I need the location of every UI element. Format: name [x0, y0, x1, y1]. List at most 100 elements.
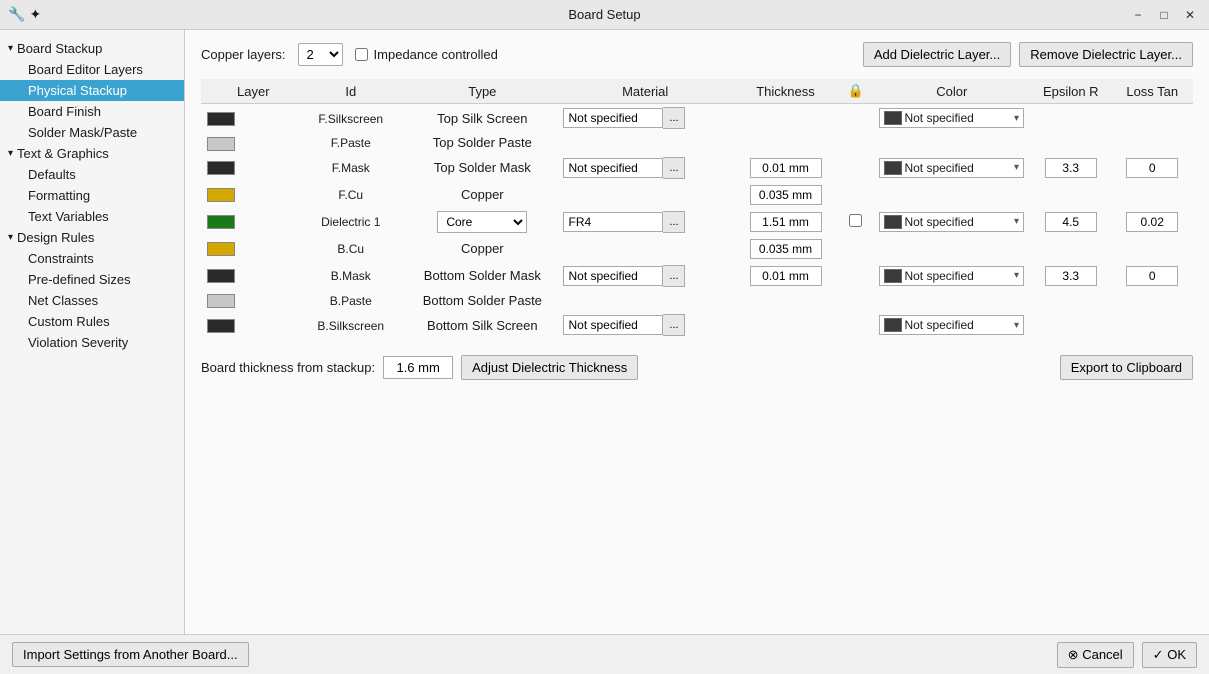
type-select[interactable]: CorePrepreg [437, 211, 527, 233]
ok-button[interactable]: ✓ OK [1142, 642, 1197, 668]
sidebar-item-constraints[interactable]: Constraints [0, 248, 184, 269]
layer-id-cell: B.Silkscreen [294, 311, 407, 339]
color-dropdown[interactable]: Not specified ▾ [879, 212, 1024, 232]
table-row: Dielectric 1CorePrepreg... Not specified… [201, 208, 1193, 236]
color-dropdown[interactable]: Not specified ▾ [879, 158, 1024, 178]
epsilon-r-input[interactable] [1045, 266, 1097, 286]
material-input[interactable] [563, 212, 663, 232]
impedance-controlled-label: Impedance controlled [374, 47, 498, 62]
color-dropdown[interactable]: Not specified ▾ [879, 266, 1024, 286]
layer-type-cell: Bottom Solder Paste [407, 290, 557, 312]
material-browse-button[interactable]: ... [663, 107, 685, 129]
sidebar-item-pre-defined-sizes[interactable]: Pre-defined Sizes [0, 269, 184, 290]
sidebar-item-solder-mask/paste[interactable]: Solder Mask/Paste [0, 122, 184, 143]
toolbar: Copper layers: 124681012 Impedance contr… [201, 42, 1193, 67]
cancel-icon: ⊗ [1068, 647, 1079, 662]
layer-color-swatch [207, 137, 235, 151]
layer-type-cell: Top Solder Mask [407, 154, 557, 182]
sidebar-item-net-classes[interactable]: Net Classes [0, 290, 184, 311]
material-browse-button[interactable]: ... [663, 157, 685, 179]
layer-id-cell: F.Cu [294, 182, 407, 208]
col-header-epsilon: Epsilon R [1030, 79, 1111, 104]
layer-color-swatch [207, 215, 235, 229]
copper-layers-label: Copper layers: [201, 47, 286, 62]
cancel-button[interactable]: ⊗ Cancel [1057, 642, 1134, 668]
epsilon-r-input[interactable] [1045, 212, 1097, 232]
chevron-down-icon: ▾ [1014, 113, 1019, 124]
sidebar-section-board-stackup[interactable]: ▾Board Stackup [0, 38, 184, 59]
title-bar: 🔧 ✦ Board Setup − □ ✕ [0, 0, 1209, 30]
sidebar-item-custom-rules[interactable]: Custom Rules [0, 311, 184, 332]
chevron-icon: ▾ [8, 148, 13, 159]
sidebar-item-formatting[interactable]: Formatting [0, 185, 184, 206]
bottom-bar: Import Settings from Another Board... ⊗ … [0, 634, 1209, 674]
col-header-lock: 🔒 [838, 79, 873, 104]
impedance-controlled-checkbox[interactable] [355, 48, 368, 61]
col-header-losstan: Loss Tan [1111, 79, 1193, 104]
chevron-down-icon: ▾ [1014, 320, 1019, 331]
loss-tan-input[interactable] [1126, 158, 1178, 178]
sidebar-section-label: Design Rules [17, 230, 94, 245]
board-thickness-input[interactable] [383, 356, 453, 379]
material-input-group: ... [563, 314, 726, 336]
layer-type-cell: Top Silk Screen [407, 104, 557, 133]
thickness-input[interactable] [750, 266, 822, 286]
remove-dielectric-layer-button[interactable]: Remove Dielectric Layer... [1019, 42, 1193, 67]
layer-type-cell: Copper [407, 182, 557, 208]
loss-tan-input[interactable] [1126, 212, 1178, 232]
material-input[interactable] [563, 108, 663, 128]
table-row: B.SilkscreenBottom Silk Screen... Not sp… [201, 311, 1193, 339]
sidebar-item-defaults[interactable]: Defaults [0, 164, 184, 185]
color-swatch [884, 269, 902, 283]
layer-color-swatch [207, 269, 235, 283]
table-row: F.PasteTop Solder Paste [201, 132, 1193, 154]
material-input[interactable] [563, 266, 663, 286]
material-browse-button[interactable]: ... [663, 314, 685, 336]
layer-color-swatch [207, 161, 235, 175]
sidebar-section-design-rules[interactable]: ▾Design Rules [0, 227, 184, 248]
table-row: B.PasteBottom Solder Paste [201, 290, 1193, 312]
epsilon-r-input[interactable] [1045, 158, 1097, 178]
import-settings-button[interactable]: Import Settings from Another Board... [12, 642, 249, 667]
color-dropdown[interactable]: Not specified ▾ [879, 108, 1024, 128]
color-dropdown[interactable]: Not specified ▾ [879, 315, 1024, 335]
layer-id-cell: B.Cu [294, 236, 407, 262]
maximize-button[interactable]: □ [1153, 4, 1175, 26]
layer-color-swatch [207, 188, 235, 202]
material-input-group: ... [563, 157, 726, 179]
minimize-button[interactable]: − [1127, 4, 1149, 26]
material-input[interactable] [563, 158, 663, 178]
material-browse-button[interactable]: ... [663, 211, 685, 233]
lock-checkbox[interactable] [849, 214, 862, 227]
color-label: Not specified [904, 269, 1012, 283]
material-browse-button[interactable]: ... [663, 265, 685, 287]
color-swatch [884, 161, 902, 175]
layer-type-cell: Bottom Silk Screen [407, 311, 557, 339]
copper-layers-select[interactable]: 124681012 [298, 43, 343, 66]
stackup-table: Layer Id Type Material Thickness 🔒 Color… [201, 79, 1193, 339]
cancel-label: Cancel [1082, 647, 1122, 662]
layer-id-cell: B.Paste [294, 290, 407, 312]
layer-id-cell: F.Mask [294, 154, 407, 182]
add-dielectric-layer-button[interactable]: Add Dielectric Layer... [863, 42, 1011, 67]
layer-id-cell: B.Mask [294, 262, 407, 290]
sidebar-item-physical-stackup[interactable]: Physical Stackup [0, 80, 184, 101]
layer-color-swatch [207, 242, 235, 256]
sidebar-item-board-finish[interactable]: Board Finish [0, 101, 184, 122]
thickness-input[interactable] [750, 158, 822, 178]
sidebar-section-text-&-graphics[interactable]: ▾Text & Graphics [0, 143, 184, 164]
thickness-input[interactable] [750, 239, 822, 259]
loss-tan-input[interactable] [1126, 266, 1178, 286]
sidebar: ▾Board StackupBoard Editor LayersPhysica… [0, 30, 185, 634]
thickness-input[interactable] [750, 212, 822, 232]
table-row: F.SilkscreenTop Silk Screen... Not speci… [201, 104, 1193, 133]
thickness-input[interactable] [750, 185, 822, 205]
sidebar-item-board-editor-layers[interactable]: Board Editor Layers [0, 59, 184, 80]
material-input[interactable] [563, 315, 663, 335]
color-swatch [884, 215, 902, 229]
close-button[interactable]: ✕ [1179, 4, 1201, 26]
sidebar-item-text-variables[interactable]: Text Variables [0, 206, 184, 227]
adjust-dielectric-button[interactable]: Adjust Dielectric Thickness [461, 355, 638, 380]
export-clipboard-button[interactable]: Export to Clipboard [1060, 355, 1193, 380]
sidebar-item-violation-severity[interactable]: Violation Severity [0, 332, 184, 353]
